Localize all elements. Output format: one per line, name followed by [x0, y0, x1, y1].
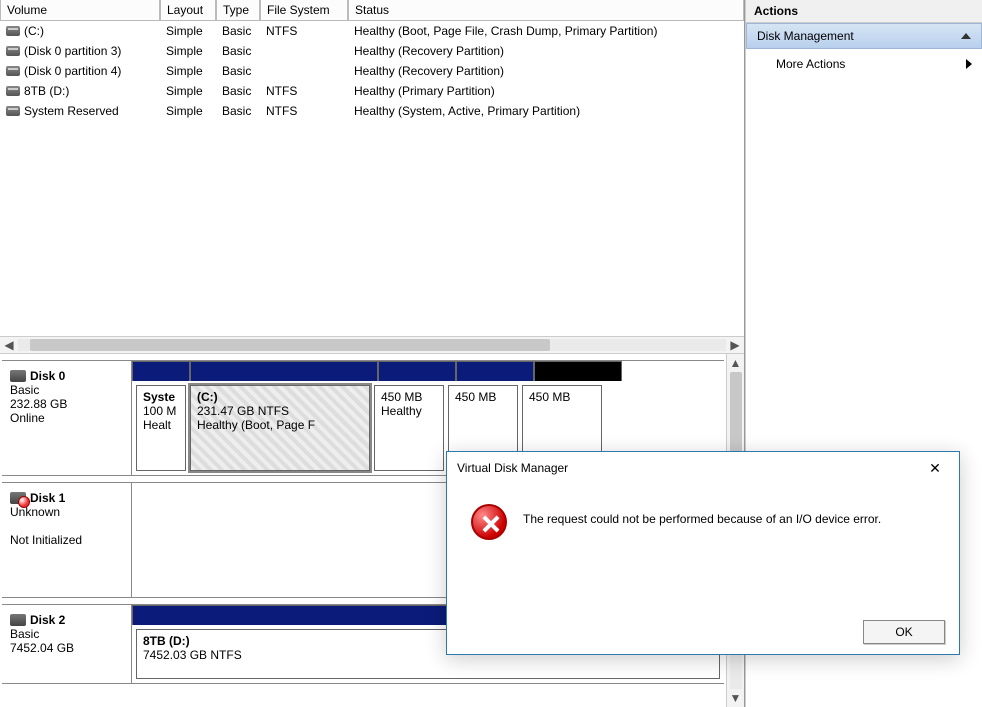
partition-status: Healthy — [381, 404, 437, 418]
disk-title: Disk 2 — [30, 613, 65, 627]
volume-status: Healthy (System, Active, Primary Partiti… — [348, 103, 744, 119]
volume-name: System Reserved — [24, 104, 119, 118]
submenu-icon — [966, 59, 972, 69]
partition-size: 450 MB — [381, 390, 437, 404]
partition-status: Healt — [143, 418, 179, 432]
partition-size: 450 MB — [529, 390, 595, 404]
disk-type: Basic — [10, 383, 123, 397]
volume-fs — [260, 43, 348, 59]
partition-strip — [378, 361, 456, 381]
volume-fs — [260, 63, 348, 79]
volume-status: Healthy (Primary Partition) — [348, 83, 744, 99]
volume-icon — [6, 46, 20, 56]
partition-size: 450 MB — [455, 390, 511, 404]
volume-status: Healthy (Recovery Partition) — [348, 43, 744, 59]
partition-title: Syste — [143, 390, 179, 404]
disk-title: Disk 1 — [30, 491, 65, 505]
close-button[interactable]: ✕ — [921, 458, 949, 478]
actions-more[interactable]: More Actions — [746, 49, 982, 79]
col-status[interactable]: Status — [348, 0, 744, 21]
disk-type: Basic — [10, 627, 123, 641]
volume-type: Basic — [216, 83, 260, 99]
volume-row[interactable]: (Disk 0 partition 3) SimpleBasic Healthy (… — [0, 41, 744, 61]
volume-row[interactable]: (C:) SimpleBasicNTFSHealthy (Boot, Page F… — [0, 21, 744, 41]
volume-name: (C:) — [24, 24, 44, 38]
volume-row[interactable]: 8TB (D:) SimpleBasicNTFSHealthy (Primary … — [0, 81, 744, 101]
volume-icon — [6, 106, 20, 116]
partition-status: Healthy (Boot, Page F — [197, 418, 363, 432]
scroll-down-icon[interactable]: ▼ — [727, 689, 744, 707]
partition-strip — [534, 361, 622, 381]
volume-layout: Simple — [160, 23, 216, 39]
actions-dm-label: Disk Management — [757, 29, 854, 43]
collapse-icon — [961, 33, 971, 39]
disk-icon — [10, 614, 26, 626]
error-icon — [471, 504, 507, 540]
volume-fs: NTFS — [260, 83, 348, 99]
volume-list-hscroll[interactable]: ◀ ▶ — [0, 336, 744, 354]
volume-layout: Simple — [160, 43, 216, 59]
partition-box[interactable]: (C:)231.47 GB NTFSHealthy (Boot, Page F — [190, 385, 370, 471]
partition-strip — [132, 361, 190, 381]
partition-strip — [190, 361, 378, 381]
scroll-thumb[interactable] — [730, 372, 742, 462]
volume-name: 8TB (D:) — [24, 84, 69, 98]
dialog-message: The request could not be performed becau… — [523, 504, 881, 526]
scroll-up-icon[interactable]: ▲ — [727, 354, 744, 372]
close-icon: ✕ — [929, 460, 941, 477]
col-type[interactable]: Type — [216, 0, 260, 21]
actions-header: Actions — [746, 0, 982, 23]
partition-strip — [456, 361, 534, 381]
volume-layout: Simple — [160, 83, 216, 99]
volume-status: Healthy (Recovery Partition) — [348, 63, 744, 79]
disk-state: Not Initialized — [10, 533, 123, 547]
volume-status: Healthy (Boot, Page File, Crash Dump, Pr… — [348, 23, 744, 39]
partition-size: 100 M — [143, 404, 179, 418]
volume-type: Basic — [216, 23, 260, 39]
volume-icon — [6, 66, 20, 76]
partition-title: (C:) — [197, 390, 363, 404]
disk-info: Disk 2 Basic 7452.04 GB — [2, 605, 132, 683]
actions-more-label: More Actions — [776, 57, 845, 71]
volume-fs: NTFS — [260, 23, 348, 39]
disk-info: Disk 1 Unknown Not Initialized — [2, 483, 132, 597]
disk-state: Online — [10, 411, 123, 425]
disk-title: Disk 0 — [30, 369, 65, 383]
scroll-track[interactable] — [18, 339, 726, 351]
volume-icon — [6, 26, 20, 36]
volume-name: (Disk 0 partition 3) — [24, 44, 121, 58]
col-layout[interactable]: Layout — [160, 0, 216, 21]
volume-list-header: Volume Layout Type File System Status — [0, 0, 744, 21]
dialog-title: Virtual Disk Manager — [457, 461, 568, 475]
disk-icon — [10, 370, 26, 382]
scroll-thumb[interactable] — [30, 339, 550, 351]
col-filesystem[interactable]: File System — [260, 0, 348, 21]
ok-button[interactable]: OK — [863, 620, 945, 644]
partition-box[interactable]: Syste100 MHealt — [136, 385, 186, 471]
volume-layout: Simple — [160, 103, 216, 119]
disk-error-icon — [10, 492, 26, 504]
volume-icon — [6, 86, 20, 96]
volume-name: (Disk 0 partition 4) — [24, 64, 121, 78]
actions-disk-management[interactable]: Disk Management — [746, 23, 982, 49]
volume-list: Volume Layout Type File System Status (C… — [0, 0, 744, 354]
partition-size: 231.47 GB NTFS — [197, 404, 363, 418]
volume-row[interactable]: (Disk 0 partition 4) SimpleBasic Healthy (… — [0, 61, 744, 81]
col-volume[interactable]: Volume — [0, 0, 160, 21]
partition-box[interactable]: 450 MBHealthy — [374, 385, 444, 471]
scroll-right-icon[interactable]: ▶ — [726, 337, 744, 353]
disk-size: 7452.04 GB — [10, 641, 123, 655]
volume-type: Basic — [216, 63, 260, 79]
volume-layout: Simple — [160, 63, 216, 79]
error-dialog: Virtual Disk Manager ✕ The request could… — [446, 451, 960, 655]
volume-type: Basic — [216, 103, 260, 119]
volume-fs: NTFS — [260, 103, 348, 119]
volume-row[interactable]: System Reserved SimpleBasicNTFSHealthy (S… — [0, 101, 744, 121]
volume-type: Basic — [216, 43, 260, 59]
disk-info: Disk 0 Basic 232.88 GB Online — [2, 361, 132, 475]
scroll-left-icon[interactable]: ◀ — [0, 337, 18, 353]
disk-size: 232.88 GB — [10, 397, 123, 411]
